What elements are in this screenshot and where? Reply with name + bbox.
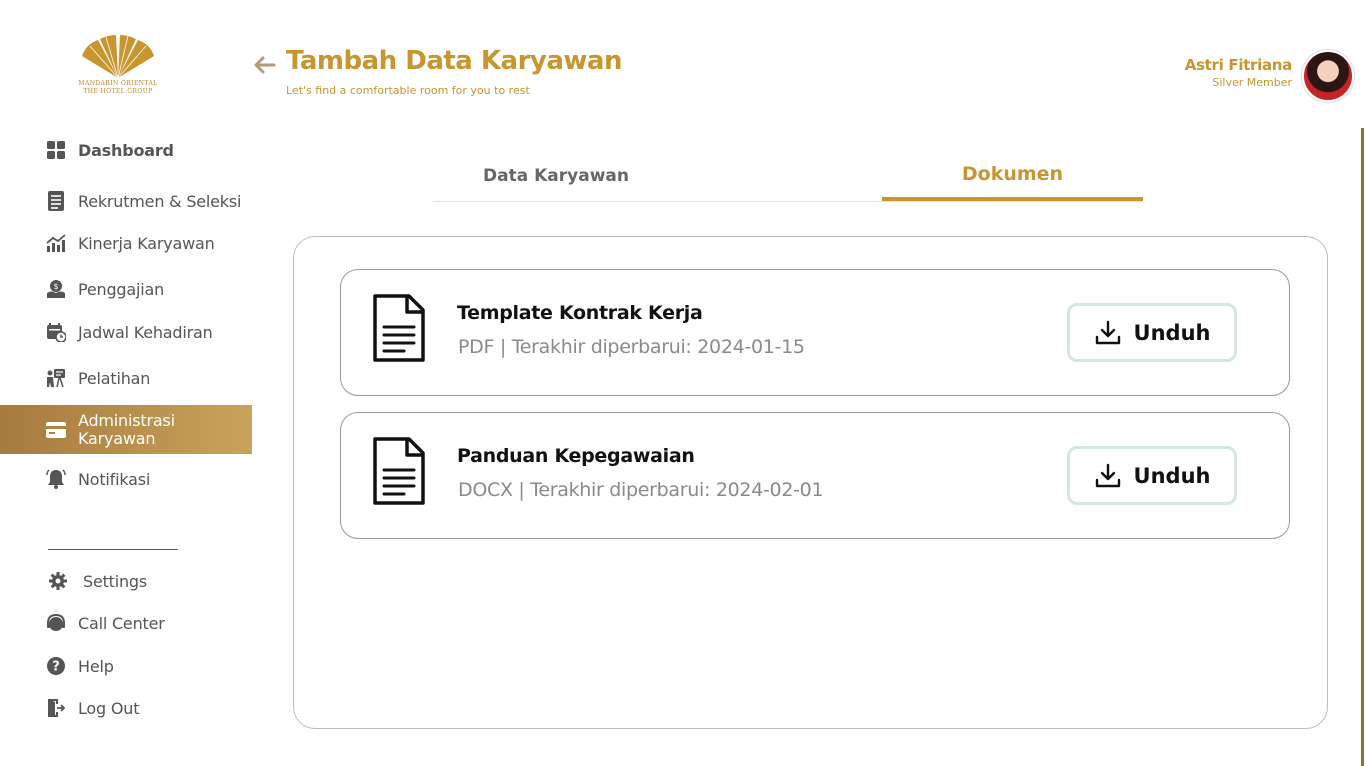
sidebar-item-settings[interactable]: Settings: [0, 566, 252, 596]
sidebar-item-rekrutmen[interactable]: Rekrutmen & Seleksi: [0, 186, 252, 216]
sidebar-item-label: Rekrutmen & Seleksi: [78, 191, 242, 211]
brand-line-1: MANDARIN ORIENTAL: [78, 80, 158, 87]
sidebar-item-label: Kinerja Karyawan: [78, 233, 215, 253]
help-icon: ?: [46, 656, 66, 676]
sidebar-item-dashboard[interactable]: Dashboard: [0, 135, 252, 165]
sidebar-item-label: Call Center: [78, 613, 165, 633]
brand-logo[interactable]: MANDARIN ORIENTAL THE HOTEL GROUP: [76, 34, 160, 98]
sidebar-item-administrasi[interactable]: Administrasi Karyawan: [0, 405, 252, 454]
tab-data-karyawan[interactable]: Data Karyawan: [433, 150, 679, 202]
sidebar-item-label: Settings: [83, 571, 148, 591]
sidebar-divider: [48, 549, 178, 550]
app-root: MANDARIN ORIENTAL THE HOTEL GROUP Tambah…: [0, 0, 1366, 766]
sidebar-item-label: Administrasi Karyawan: [78, 410, 175, 448]
user-info[interactable]: Astri Fitriana Silver Member: [1184, 56, 1293, 89]
document-icon: [371, 294, 431, 368]
sidebar-item-call-center[interactable]: Call Center: [0, 608, 252, 638]
training-icon: [46, 368, 66, 388]
user-tier: Silver Member: [1212, 76, 1292, 89]
download-button-label: Unduh: [1133, 463, 1211, 488]
sidebar-item-label: Penggajian: [78, 279, 165, 299]
chart-trend-icon: [46, 233, 66, 253]
sidebar-item-label: Dashboard: [78, 140, 174, 160]
page-title: Tambah Data Karyawan: [286, 46, 622, 76]
sidebar-item-label: Log Out: [78, 698, 140, 718]
download-icon: [1094, 462, 1122, 490]
document-name: Panduan Kepegawaian: [457, 445, 695, 467]
documents-panel: Template Kontrak Kerja PDF | Terakhir di…: [293, 236, 1328, 729]
sidebar-item-label: Jadwal Kehadiran: [78, 322, 213, 342]
gear-icon: [48, 571, 68, 591]
document-meta: PDF | Terakhir diperbarui: 2024-01-15: [458, 336, 805, 358]
brand-line-2: THE HOTEL GROUP: [83, 88, 153, 95]
avatar[interactable]: [1302, 50, 1354, 102]
sidebar-item-label: Help: [78, 656, 114, 676]
scrollbar[interactable]: [1361, 128, 1364, 766]
page-subtitle: Let's find a comfortable room for you to…: [286, 84, 530, 97]
download-button-label: Unduh: [1133, 320, 1211, 345]
sidebar-item-pelatihan[interactable]: Pelatihan: [0, 363, 252, 393]
sidebar-item-label: Notifikasi: [78, 469, 151, 489]
headset-icon: [46, 613, 66, 633]
tab-dokumen[interactable]: Dokumen: [882, 150, 1143, 201]
payroll-icon: $: [46, 279, 66, 299]
document-icon: [371, 437, 431, 511]
arrow-left-icon[interactable]: [252, 52, 280, 78]
bell-icon: [46, 469, 66, 489]
sidebar-item-help[interactable]: ? Help: [0, 651, 252, 681]
id-card-icon: [46, 420, 66, 440]
download-icon: [1094, 319, 1122, 347]
dashboard-grid-icon: [46, 140, 66, 160]
sidebar-item-logout[interactable]: Log Out: [0, 693, 252, 723]
sidebar-item-penggajian[interactable]: $ Penggajian: [0, 274, 252, 304]
document-card: Template Kontrak Kerja PDF | Terakhir di…: [340, 269, 1290, 396]
sidebar-item-jadwal[interactable]: Jadwal Kehadiran: [0, 317, 252, 347]
sidebar-item-kinerja[interactable]: Kinerja Karyawan: [0, 228, 252, 258]
sidebar-item-notifikasi[interactable]: Notifikasi: [0, 464, 252, 494]
svg-text:?: ?: [52, 660, 60, 675]
sidebar-item-label: Pelatihan: [78, 368, 151, 388]
calendar-clock-icon: [46, 322, 66, 342]
logout-icon: [46, 698, 66, 718]
document-meta: DOCX | Terakhir diperbarui: 2024-02-01: [458, 479, 824, 501]
svg-text:$: $: [53, 282, 58, 291]
download-button[interactable]: Unduh: [1067, 446, 1237, 505]
clipboard-list-icon: [46, 191, 66, 211]
document-card: Panduan Kepegawaian DOCX | Terakhir dipe…: [340, 412, 1290, 539]
user-name: Astri Fitriana: [1184, 56, 1293, 74]
document-name: Template Kontrak Kerja: [457, 302, 703, 324]
tab-bar: Data Karyawan Dokumen: [433, 150, 1143, 202]
download-button[interactable]: Unduh: [1067, 303, 1237, 362]
fan-logo-icon: [82, 35, 154, 79]
